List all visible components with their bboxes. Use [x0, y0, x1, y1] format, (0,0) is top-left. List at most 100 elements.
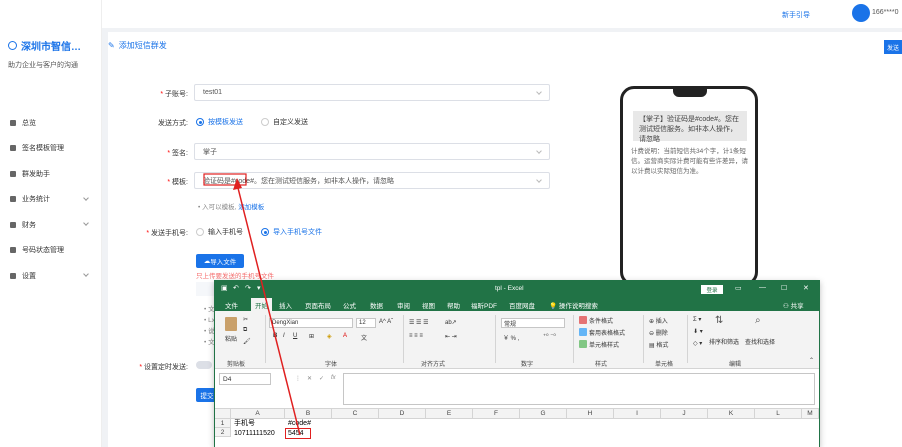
tab-home[interactable]: 开始	[251, 298, 272, 311]
radio-custom-send[interactable]: 自定义发送	[261, 117, 308, 127]
row-header-1[interactable]: 1	[215, 419, 231, 428]
cell-a2[interactable]: 10711111520	[233, 429, 275, 438]
name-box[interactable]: D4	[219, 373, 271, 385]
underline-icon[interactable]: U	[293, 333, 297, 339]
close-icon[interactable]: ✕	[803, 284, 809, 292]
cell-style-button[interactable]: 单元格样式	[589, 340, 619, 349]
grow-font-icon[interactable]: A^ Aˇ	[379, 319, 393, 325]
cell-b1[interactable]: #code#	[287, 419, 311, 428]
tab-file[interactable]: 文件	[225, 300, 238, 310]
brand[interactable]: 深圳市智信…	[8, 38, 81, 53]
spreadsheet-grid[interactable]: A B C D E F G H I J K L M 1 2 手机号 #code#…	[215, 409, 819, 447]
cancel-entry-icon[interactable]: ✕	[307, 375, 312, 382]
delete-cells-button[interactable]: ⊖ 删除	[649, 328, 668, 337]
schedule-toggle[interactable]	[196, 361, 212, 369]
find-select-label[interactable]: 查找和选择	[745, 337, 775, 346]
column-header-e[interactable]: E	[426, 409, 473, 419]
paste-icon[interactable]	[225, 317, 237, 331]
redo-icon[interactable]: ↷	[245, 284, 251, 292]
formula-input[interactable]	[343, 373, 815, 405]
sign-select[interactable]: 掌子	[194, 143, 550, 160]
decimal-icon[interactable]: ⁺⁰ ⁻⁰	[543, 333, 556, 340]
column-header-g[interactable]: G	[520, 409, 567, 419]
upload-file-button[interactable]: ☁ 导入文件	[196, 254, 244, 268]
formula-bar-more-icon[interactable]: ⋮	[295, 375, 301, 382]
maximize-icon[interactable]: ☐	[781, 284, 787, 292]
currency-icon[interactable]: ￥ % ,	[503, 333, 519, 342]
sort-filter-icon[interactable]: ⇅	[715, 315, 723, 326]
sub-account-select[interactable]: test01	[194, 84, 550, 101]
radio-import-phone-file[interactable]: 导入手机号文件	[261, 227, 322, 237]
column-header-h[interactable]: H	[567, 409, 614, 419]
clear-icon[interactable]: ◇ ▾	[693, 340, 702, 347]
find-select-icon[interactable]: ⌕	[755, 315, 761, 326]
template-select[interactable]: 验证码是#code#。您在测试短信服务，如非本人操作，请忽略	[194, 172, 550, 189]
customize-toolbar-icon[interactable]: ▾	[257, 284, 261, 292]
autosum-icon[interactable]: Σ ▾	[693, 316, 701, 323]
fill-icon[interactable]: ⬇ ▾	[693, 328, 703, 335]
border-icon[interactable]: ⊞	[309, 333, 314, 340]
avatar[interactable]	[852, 4, 870, 22]
fill-color-icon[interactable]: ◈	[327, 333, 332, 340]
guide-link[interactable]: 新手引导	[782, 10, 810, 20]
font-size-box[interactable]: 12	[356, 318, 376, 328]
insert-cells-button[interactable]: ⊕ 插入	[649, 316, 668, 325]
tab-foxit-pdf[interactable]: 福昕PDF	[471, 300, 497, 310]
ribbon-display-icon[interactable]: ▭	[735, 284, 742, 292]
sidebar-item-settings[interactable]: 设置	[0, 263, 102, 289]
sidebar-item-finance[interactable]: 财务	[0, 212, 102, 238]
font-name-box[interactable]: DengXian	[269, 318, 353, 328]
tab-help[interactable]: 帮助	[447, 300, 460, 310]
add-template-link[interactable]: 添加模板	[238, 204, 264, 211]
collapse-ribbon-icon[interactable]: ⌃	[809, 357, 814, 364]
cell-a1[interactable]: 手机号	[233, 419, 255, 428]
insert-function-icon[interactable]: fx	[331, 375, 336, 381]
sidebar-item-overview[interactable]: 总览	[0, 110, 102, 136]
column-header-f[interactable]: F	[473, 409, 520, 419]
tab-data[interactable]: 数据	[370, 300, 383, 310]
italic-icon[interactable]: I	[283, 333, 285, 339]
share-button[interactable]: ⚇ 共享	[783, 300, 804, 310]
tab-insert[interactable]: 插入	[279, 300, 292, 310]
undo-icon[interactable]: ↶	[233, 284, 239, 292]
column-header-c[interactable]: C	[332, 409, 379, 419]
column-header-k[interactable]: K	[708, 409, 755, 419]
save-icon[interactable]: ▣	[221, 284, 228, 292]
indent-icon[interactable]: ⇤ ⇥	[445, 333, 457, 340]
column-header-b[interactable]: B	[285, 409, 332, 419]
column-header-i[interactable]: I	[614, 409, 661, 419]
column-header-l[interactable]: L	[755, 409, 802, 419]
tell-me-search[interactable]: 💡 操作说明搜索	[549, 300, 598, 310]
align-left-icon[interactable]: ≡ ≡ ≡	[409, 333, 423, 339]
tab-formulas[interactable]: 公式	[343, 300, 356, 310]
column-header-a[interactable]: A	[231, 409, 285, 419]
sort-filter-label[interactable]: 排序和筛选	[709, 337, 739, 346]
sidebar-item-number-status[interactable]: 号码状态管理	[0, 238, 102, 264]
sidebar-item-mass-send[interactable]: 群发助手	[0, 161, 102, 187]
conditional-format-button[interactable]: 条件格式	[589, 316, 613, 325]
radio-input-phone[interactable]: 输入手机号	[196, 227, 243, 237]
select-all-corner[interactable]	[215, 409, 231, 419]
confirm-entry-icon[interactable]: ✓	[319, 375, 324, 382]
table-format-button[interactable]: 套用表格格式	[589, 328, 625, 337]
tab-review[interactable]: 审阅	[397, 300, 410, 310]
excel-login-button[interactable]: 登录	[701, 285, 723, 294]
phonetic-icon[interactable]: 文	[361, 333, 367, 342]
radio-template-send[interactable]: 按模板发送	[196, 117, 243, 127]
sidebar-item-templates[interactable]: 签名模板管理	[0, 136, 102, 162]
sidebar-item-stats[interactable]: 业务统计	[0, 187, 102, 213]
column-header-m[interactable]: M	[802, 409, 819, 419]
cut-icon[interactable]: ✂	[243, 316, 248, 323]
bold-icon[interactable]: B	[273, 333, 277, 339]
font-color-icon[interactable]: A	[343, 333, 347, 339]
column-header-d[interactable]: D	[379, 409, 426, 419]
number-format-box[interactable]: 常规	[501, 318, 565, 328]
send-button[interactable]: 发送	[884, 40, 902, 54]
tab-page-layout[interactable]: 页面布局	[305, 300, 331, 310]
copy-icon[interactable]: ⧉	[243, 327, 247, 334]
orientation-icon[interactable]: ab↗	[445, 319, 457, 326]
format-cells-button[interactable]: ▤ 格式	[649, 340, 668, 349]
tab-view[interactable]: 视图	[422, 300, 435, 310]
format-painter-icon[interactable]: 🖌	[243, 338, 251, 345]
row-header-2[interactable]: 2	[215, 428, 231, 437]
